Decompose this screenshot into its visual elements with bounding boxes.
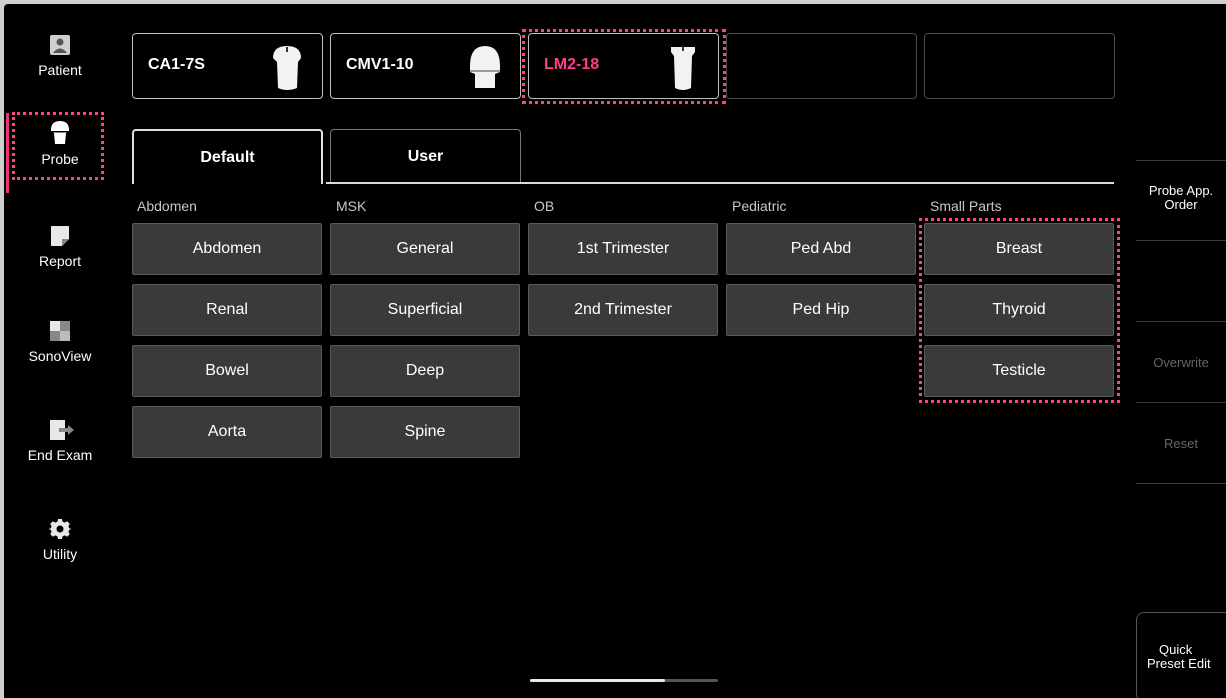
quick-preset-edit-label-2: Preset Edit	[1147, 656, 1211, 671]
probe-app-order-button[interactable]: Probe App. Order	[1136, 184, 1226, 212]
category-label-small-parts: Small Parts	[930, 198, 1002, 214]
preset-button-bowel[interactable]: Bowel	[132, 345, 322, 397]
divider	[1136, 483, 1226, 484]
category-label-pediatric: Pediatric	[732, 198, 787, 214]
preset-button-ped-abd[interactable]: Ped Abd	[726, 223, 916, 275]
probe-name: LM2-18	[544, 56, 600, 73]
ultrasound-screen: Patient Probe Report SonoView End Exam U…	[4, 4, 1226, 698]
sidebar-item-label: SonoView	[28, 348, 92, 364]
convex-probe-icon	[270, 44, 304, 97]
preset-button-testicle[interactable]: Testicle	[924, 345, 1114, 397]
tab-label: Default	[200, 148, 255, 166]
probe-slot-cmv1-10[interactable]: CMV1-10	[330, 33, 521, 99]
preset-button-renal[interactable]: Renal	[132, 284, 322, 336]
category-label-msk: MSK	[336, 198, 367, 214]
sidebar-item-label: Report	[38, 253, 82, 269]
preset-button-abdomen[interactable]: Abdomen	[132, 223, 322, 275]
tab-user[interactable]: User	[330, 129, 521, 184]
overwrite-button[interactable]: Overwrite	[1136, 356, 1226, 370]
preset-button-thyroid[interactable]: Thyroid	[924, 284, 1114, 336]
reset-button[interactable]: Reset	[1136, 437, 1226, 451]
probe-icon	[49, 121, 71, 145]
scroll-thumb[interactable]	[530, 679, 665, 682]
category-label-ob: OB	[534, 198, 555, 214]
patient-icon	[49, 34, 71, 56]
probe-slot-empty-1[interactable]	[726, 33, 917, 99]
probe-slot-lm2-18[interactable]: LM2-18	[528, 33, 719, 99]
probe-name: CMV1-10	[346, 56, 414, 73]
category-label-abdomen: Abdomen	[137, 198, 197, 214]
end-exam-icon	[49, 419, 74, 441]
preset-button-2nd-trimester[interactable]: 2nd Trimester	[528, 284, 718, 336]
sonoview-icon	[49, 320, 71, 342]
probe-slot-ca1-7s[interactable]: CA1-7S	[132, 33, 323, 99]
convex-probe-icon	[468, 44, 502, 97]
quick-preset-edit-label-1: Quick	[1159, 642, 1193, 657]
sidebar-item-end-exam[interactable]: End Exam	[4, 409, 116, 489]
preset-button-breast[interactable]: Breast	[924, 223, 1114, 275]
divider	[1136, 160, 1226, 161]
preset-button-superficial[interactable]: Superficial	[330, 284, 520, 336]
sidebar-item-sonoview[interactable]: SonoView	[4, 310, 116, 390]
page-scroll-indicator[interactable]	[530, 679, 718, 682]
preset-button-deep[interactable]: Deep	[330, 345, 520, 397]
preset-button-1st-trimester[interactable]: 1st Trimester	[528, 223, 718, 275]
preset-button-ped-hip[interactable]: Ped Hip	[726, 284, 916, 336]
tab-default[interactable]: Default	[132, 129, 323, 184]
sidebar-item-label: Probe	[41, 151, 79, 167]
tab-label: User	[407, 148, 444, 165]
sidebar-item-report[interactable]: Report	[4, 215, 116, 295]
preset-button-aorta[interactable]: Aorta	[132, 406, 322, 458]
preset-button-general[interactable]: General	[330, 223, 520, 275]
quick-preset-edit-button[interactable]: Quick Preset Edit	[1136, 612, 1226, 698]
divider	[1136, 402, 1226, 403]
tab-underline	[326, 182, 1114, 184]
divider	[1136, 321, 1226, 322]
sidebar-item-label: End Exam	[27, 447, 93, 463]
linear-probe-icon	[666, 44, 700, 97]
preset-button-spine[interactable]: Spine	[330, 406, 520, 458]
sidebar-item-patient[interactable]: Patient	[4, 24, 116, 104]
divider	[1136, 240, 1226, 241]
probe-name: CA1-7S	[148, 56, 205, 73]
report-icon	[49, 225, 71, 247]
sidebar-item-label: Patient	[38, 62, 82, 78]
sidebar-item-probe[interactable]: Probe	[4, 113, 116, 193]
sidebar-item-label: Utility	[42, 546, 78, 562]
probe-slot-empty-2[interactable]	[924, 33, 1115, 99]
sidebar-item-utility[interactable]: Utility	[4, 508, 116, 588]
gear-icon	[48, 518, 72, 540]
